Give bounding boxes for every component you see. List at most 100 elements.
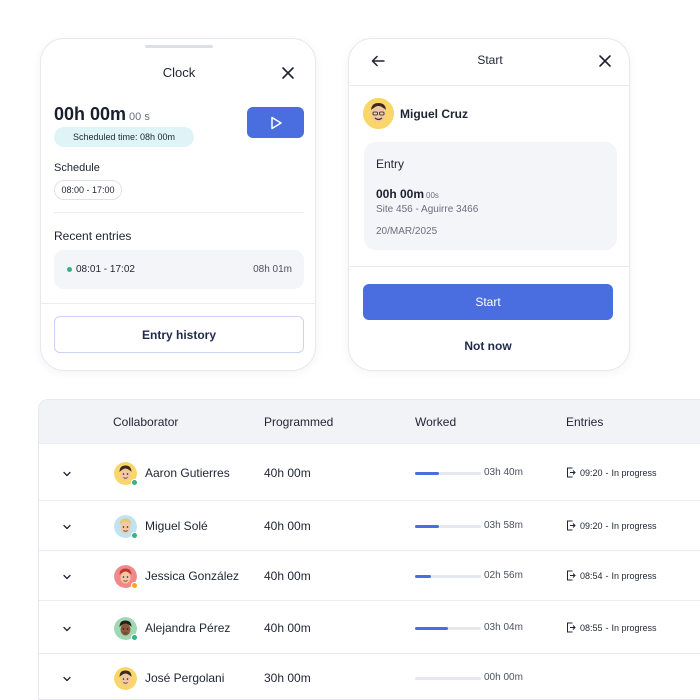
play-button[interactable]	[247, 107, 304, 138]
worked-hours: 03h 04m	[484, 622, 523, 633]
green-female-avatar-icon	[114, 617, 138, 641]
entry-status[interactable]: 08:55- In progress	[566, 622, 657, 633]
expand-chevron-icon[interactable]	[61, 467, 73, 479]
worked-progress-fill	[415, 627, 448, 630]
timer-display: 00h 00m 00 s	[54, 104, 150, 125]
worked-progress-fill	[415, 575, 431, 578]
recent-entry-time: 08:01 - 17:02	[76, 264, 135, 275]
programmed-hours: 30h 00m	[264, 671, 311, 685]
entry-summary-box: Entry 00h 00m 00s Site 456 - Aguirre 3466…	[364, 142, 617, 250]
blue-blond-avatar-icon	[114, 515, 138, 539]
clock-in-icon	[567, 467, 576, 478]
status-dot	[67, 267, 72, 272]
table-row[interactable]: José Pergolani 30h 00m 00h 00m	[39, 653, 700, 699]
presence-status-dot	[131, 532, 138, 539]
clock-in-icon	[567, 622, 576, 633]
entry-time-main: 00h 00m	[376, 187, 425, 201]
programmed-hours: 40h 00m	[264, 621, 311, 635]
worked-progress-bar	[415, 627, 481, 630]
collaborator-name[interactable]: Alejandra Pérez	[145, 621, 230, 635]
user-name: Miguel Cruz	[400, 107, 468, 121]
worked-hours: 02h 56m	[484, 570, 523, 581]
clock-card: Clock 00h 00m 00 s Scheduled time: 08h 00…	[40, 38, 316, 371]
worked-hours: 03h 58m	[484, 520, 523, 531]
timer-seconds: 00 s	[129, 111, 150, 123]
expand-chevron-icon[interactable]	[61, 672, 73, 684]
separator: -	[605, 570, 609, 581]
collaborator-name[interactable]: José Pergolani	[145, 671, 224, 685]
entry-heading: Entry	[376, 157, 405, 171]
entry-site: Site 456 - Aguirre 3466	[376, 204, 479, 215]
clock-in-icon	[567, 520, 576, 531]
expand-chevron-icon[interactable]	[61, 622, 73, 634]
entry-status[interactable]: 09:20- In progress	[566, 467, 657, 478]
recent-entries-label: Recent entries	[54, 229, 132, 243]
separator: -	[605, 467, 609, 478]
schedule-label: Schedule	[54, 162, 100, 174]
table-row[interactable]: Miguel Solé 40h 00m 03h 58m 09:20- In progre…	[39, 500, 700, 550]
table-row[interactable]: Alejandra Pérez 40h 00m 03h 04m 08:55- In pr…	[39, 600, 700, 653]
header-collaborator[interactable]: Collaborator	[113, 415, 178, 429]
entry-status-text: In progress	[611, 520, 657, 531]
user-avatar	[363, 98, 394, 129]
table-header: Collaborator Programmed Worked Entries	[39, 400, 700, 443]
header-worked[interactable]: Worked	[415, 415, 456, 429]
entry-time: 00h 00m 00s	[376, 187, 439, 201]
not-now-button[interactable]: Not now	[363, 336, 613, 356]
table-row[interactable]: Aaron Gutierres 40h 00m 03h 40m 09:20- In pr…	[39, 443, 700, 500]
close-icon[interactable]	[596, 52, 614, 70]
divider	[349, 85, 629, 86]
entry-status-text: In progress	[611, 622, 657, 633]
drag-handle[interactable]	[145, 45, 213, 48]
close-icon[interactable]	[279, 64, 297, 82]
start-card: Start Miguel Cruz Entry 00h 00m 00s Site …	[348, 38, 630, 371]
divider	[54, 212, 304, 213]
yellow-male-avatar-icon	[114, 667, 137, 690]
entry-status[interactable]: 08:54- In progress	[566, 570, 657, 581]
entry-date: 20/MAR/2025	[376, 226, 438, 237]
entry-time: 08:55	[580, 622, 603, 633]
scheduled-time-badge: Scheduled time: 08h 00m	[54, 127, 194, 147]
worked-hours: 00h 00m	[484, 672, 523, 683]
worked-progress-fill	[415, 472, 439, 475]
divider	[41, 303, 315, 304]
yellow-male-avatar-icon	[114, 462, 138, 486]
entry-history-button[interactable]: Entry history	[54, 316, 304, 353]
entry-status[interactable]: 09:20- In progress	[566, 520, 657, 531]
expand-chevron-icon[interactable]	[61, 520, 73, 532]
start-button[interactable]: Start	[363, 284, 613, 320]
programmed-hours: 40h 00m	[264, 466, 311, 480]
play-icon	[270, 116, 282, 129]
entry-status-text: In progress	[611, 467, 657, 478]
recent-entry-duration: 08h 01m	[253, 264, 292, 275]
expand-chevron-icon[interactable]	[61, 570, 73, 582]
red-female-avatar-icon	[114, 565, 138, 589]
clock-in-icon	[567, 570, 576, 581]
collaborator-name[interactable]: Aaron Gutierres	[145, 466, 230, 480]
collaborator-name[interactable]: Miguel Solé	[145, 519, 208, 533]
presence-status-dot	[131, 479, 138, 486]
presence-status-dot	[131, 582, 138, 589]
clock-title: Clock	[162, 65, 196, 80]
start-title: Start	[477, 53, 503, 67]
worked-progress-bar	[415, 472, 481, 475]
entry-time-seconds: 00s	[426, 191, 439, 200]
schedule-range-pill: 08:00 - 17:00	[54, 180, 122, 200]
table-row[interactable]: Jessica González 40h 00m 02h 56m 08:54- In p…	[39, 550, 700, 600]
separator: -	[605, 622, 609, 633]
collaborators-table: Collaborator Programmed Worked Entries A…	[38, 399, 700, 700]
worked-hours: 03h 40m	[484, 467, 523, 478]
presence-status-dot	[131, 634, 138, 641]
entry-time: 09:20	[580, 467, 603, 478]
worked-progress-bar	[415, 525, 481, 528]
header-programmed[interactable]: Programmed	[264, 415, 333, 429]
entry-time: 09:20	[580, 520, 603, 531]
worked-progress-bar	[415, 677, 481, 680]
programmed-hours: 40h 00m	[264, 519, 311, 533]
worked-progress-fill	[415, 525, 439, 528]
separator: -	[605, 520, 609, 531]
collaborator-name[interactable]: Jessica González	[145, 569, 239, 583]
entry-time: 08:54	[580, 570, 603, 581]
header-entries[interactable]: Entries	[566, 415, 603, 429]
recent-entry-row[interactable]: 08:01 - 17:02 08h 01m	[54, 250, 304, 289]
